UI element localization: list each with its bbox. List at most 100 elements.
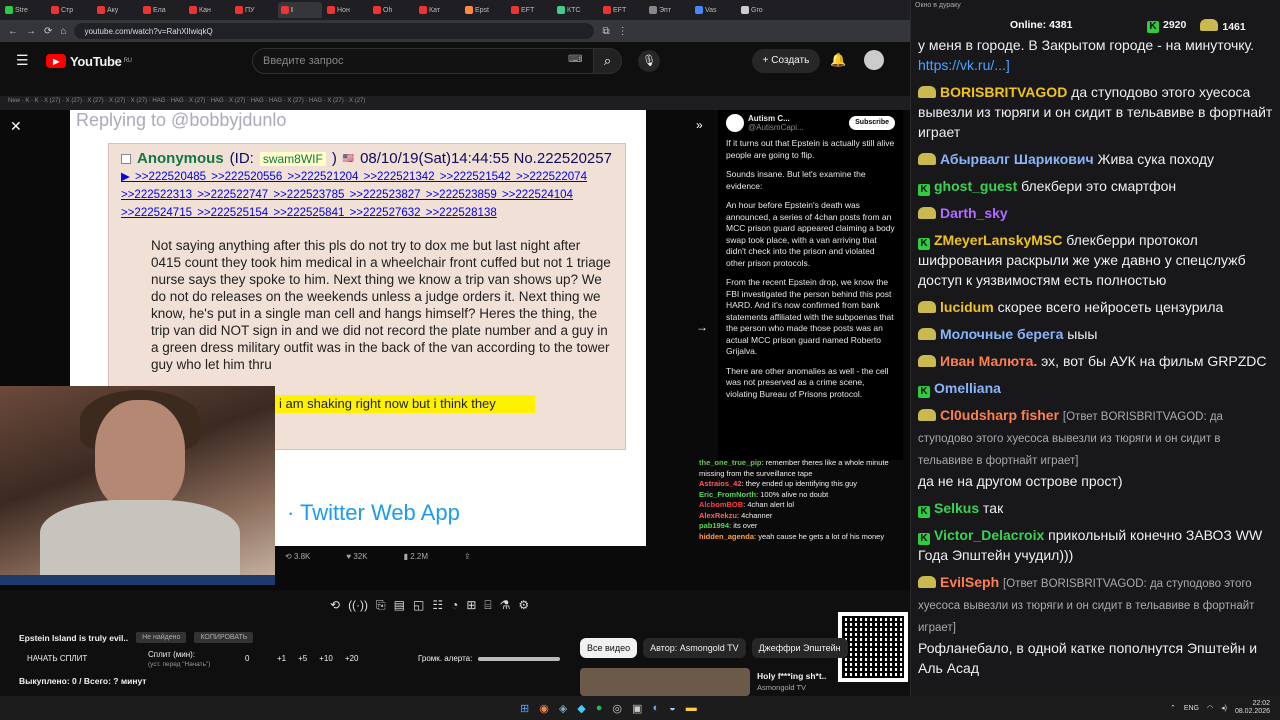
language-indicator[interactable]: ENG (1184, 705, 1199, 712)
copy-button[interactable]: КОПИРОВАТЬ (194, 632, 254, 643)
browser-tab[interactable]: Нон (324, 2, 368, 18)
browser-tab[interactable]: Эпт (646, 2, 690, 18)
browser-tab[interactable]: Gro (738, 2, 782, 18)
chat-username[interactable]: Selkus (934, 500, 979, 516)
chat-username[interactable]: EvilSeph (940, 574, 999, 590)
split-minutes-value[interactable]: 0 (245, 654, 249, 663)
obs-icon[interactable]: ◎ (612, 702, 622, 715)
chat-username[interactable]: lucidum (940, 299, 994, 315)
browser-tab[interactable]: Оh (370, 2, 414, 18)
menu-icon[interactable]: ⋮ (618, 26, 628, 37)
chat-text: Рофланебало, в одной катке пополнутся Эп… (918, 640, 1258, 676)
audio-icon[interactable]: ((·)) (348, 598, 368, 616)
browser-tab[interactable]: ПУ (232, 2, 276, 18)
flask-icon[interactable]: ⚗ (500, 598, 511, 616)
tray-chevron-icon[interactable]: ⌃ (1170, 704, 1176, 712)
tweet-side-panel: Autism C... @AutismCapi... Subscribe If … (718, 110, 903, 460)
add-5-button[interactable]: +5 (298, 654, 307, 663)
search-input[interactable]: Введите запрос (252, 48, 594, 74)
gear-icon[interactable]: ⚙ (518, 598, 529, 616)
recommended-thumbnail[interactable] (580, 668, 750, 696)
add-icon[interactable]: ⊞ (466, 598, 476, 616)
loop-icon[interactable]: ⟲ (330, 598, 340, 616)
explorer-icon[interactable]: ▬ (686, 702, 697, 715)
overlay-chat-line: AlexRekzu: 4channer (699, 510, 773, 520)
create-label: Создать (771, 55, 810, 66)
windows-start-icon[interactable]: ⊞ (520, 702, 529, 715)
chevron-right-icon[interactable]: » (696, 118, 703, 132)
browser-tab[interactable]: Кан (186, 2, 230, 18)
chat-link[interactable]: https://vk.ru/...] (918, 57, 1010, 73)
chip-author[interactable]: Автор: Asmongold TV (643, 638, 746, 658)
tweet-paragraph: There are other anomalies as well - the … (726, 365, 889, 399)
subscribe-button[interactable]: Subscribe (849, 116, 895, 130)
volume-icon[interactable]: ◂) (1221, 704, 1227, 712)
chevron-right-icon[interactable]: → (696, 320, 708, 334)
clock[interactable]: 22:02 08.02.2026 (1235, 700, 1270, 716)
browser-tab[interactable]: EFT (600, 2, 644, 18)
browser-tab[interactable]: Аку (94, 2, 138, 18)
chat-username[interactable]: Omelliana (934, 380, 1001, 396)
keyboard-icon[interactable]: ⌨ (568, 54, 582, 65)
screenshot-icon[interactable]: ⎘ (376, 598, 386, 616)
app-icon[interactable]: ◐ (652, 702, 659, 715)
chat-username[interactable]: Абырвалг Шарикович (940, 151, 1094, 167)
avatar[interactable] (864, 50, 884, 70)
add-10-button[interactable]: +10 (319, 654, 333, 663)
chat-text: ыыы (1067, 326, 1098, 342)
voice-search-button[interactable]: 🎙 (638, 50, 660, 72)
browser-tab[interactable]: Ела (140, 2, 184, 18)
chat-username[interactable]: Молочные берега (940, 326, 1063, 342)
overlay-chat-text: its over (733, 521, 758, 530)
create-button[interactable]: + Создать (752, 49, 820, 73)
chip-all-videos[interactable]: Все видео (580, 638, 638, 658)
browser-tab[interactable]: EFT (508, 2, 552, 18)
add-20-button[interactable]: +20 (345, 654, 359, 663)
browser-tab[interactable]: Кат (416, 2, 460, 18)
search-button[interactable]: ⌕ (594, 48, 622, 74)
kick-badge-icon: K (918, 386, 930, 398)
home-icon[interactable]: ⌂ (60, 26, 66, 37)
back-icon[interactable]: ← (8, 26, 18, 37)
chat-username[interactable]: ghost_guest (934, 178, 1017, 194)
close-icon[interactable]: ✕ (10, 118, 22, 135)
chip-epstein[interactable]: Джеффри Эпштейн (751, 638, 848, 658)
chat-username[interactable]: ZMeyerLanskyMSC (934, 232, 1062, 248)
alert-volume-slider[interactable] (478, 657, 560, 661)
spotify-icon[interactable]: ● (596, 702, 603, 715)
browser-tab[interactable]: Стр (48, 2, 92, 18)
discord-icon[interactable]: ◈ (559, 702, 567, 715)
extensions-icon[interactable]: ⧉ (602, 26, 609, 37)
app-icon[interactable]: ▣ (632, 702, 642, 715)
chat-messages: у меня в городе. В Закрытом городе - на … (918, 35, 1274, 695)
chat-username[interactable]: BORISBRITVAGOD (940, 84, 1067, 100)
chat-username[interactable]: Victor_Delacroix (934, 527, 1044, 543)
browser-tab[interactable]: КТС (554, 2, 598, 18)
chrome-icon[interactable]: ◉ (539, 702, 549, 715)
browser-tab[interactable]: Stre (2, 2, 46, 18)
tab-favicon-icon (327, 6, 335, 14)
reload-icon[interactable]: ⟳ (44, 26, 52, 37)
browser-tab[interactable]: I (278, 2, 322, 18)
app-icon[interactable]: ◒ (669, 702, 676, 715)
url-field[interactable]: youtube.com/watch?v=RahXIlwiqkQ (74, 23, 595, 39)
playlist-icon[interactable]: ▤ (394, 598, 405, 616)
recommended-video[interactable]: Holy f***ing sh*t.. Asmongold TV (757, 671, 837, 693)
forward-icon[interactable]: → (26, 26, 36, 37)
browser-tab[interactable]: Vas (692, 2, 736, 18)
hamburger-icon[interactable]: ☰ (16, 52, 29, 69)
speed-icon[interactable]: ◔ (451, 598, 458, 616)
browser-tab-label: EFT (521, 6, 535, 14)
youtube-logo[interactable]: ▶ YouTube RU (46, 54, 132, 69)
bell-icon[interactable]: 🔔 (830, 52, 846, 68)
chat-username[interactable]: Cl0udsharp fisher (940, 407, 1059, 423)
camera-icon[interactable]: ⌸ (484, 598, 491, 616)
list-icon[interactable]: ☷ (432, 598, 443, 616)
chat-username[interactable]: Darth_sky (940, 205, 1008, 221)
start-split-button[interactable]: НАЧАТЬ СПЛИТ (27, 654, 87, 663)
chat-username[interactable]: Иван Малюта. (940, 353, 1037, 369)
pip-icon[interactable]: ◱ (413, 598, 424, 616)
steam-icon[interactable]: ◆ (577, 702, 585, 715)
add-1-button[interactable]: +1 (277, 654, 286, 663)
browser-tab[interactable]: Epst (462, 2, 506, 18)
